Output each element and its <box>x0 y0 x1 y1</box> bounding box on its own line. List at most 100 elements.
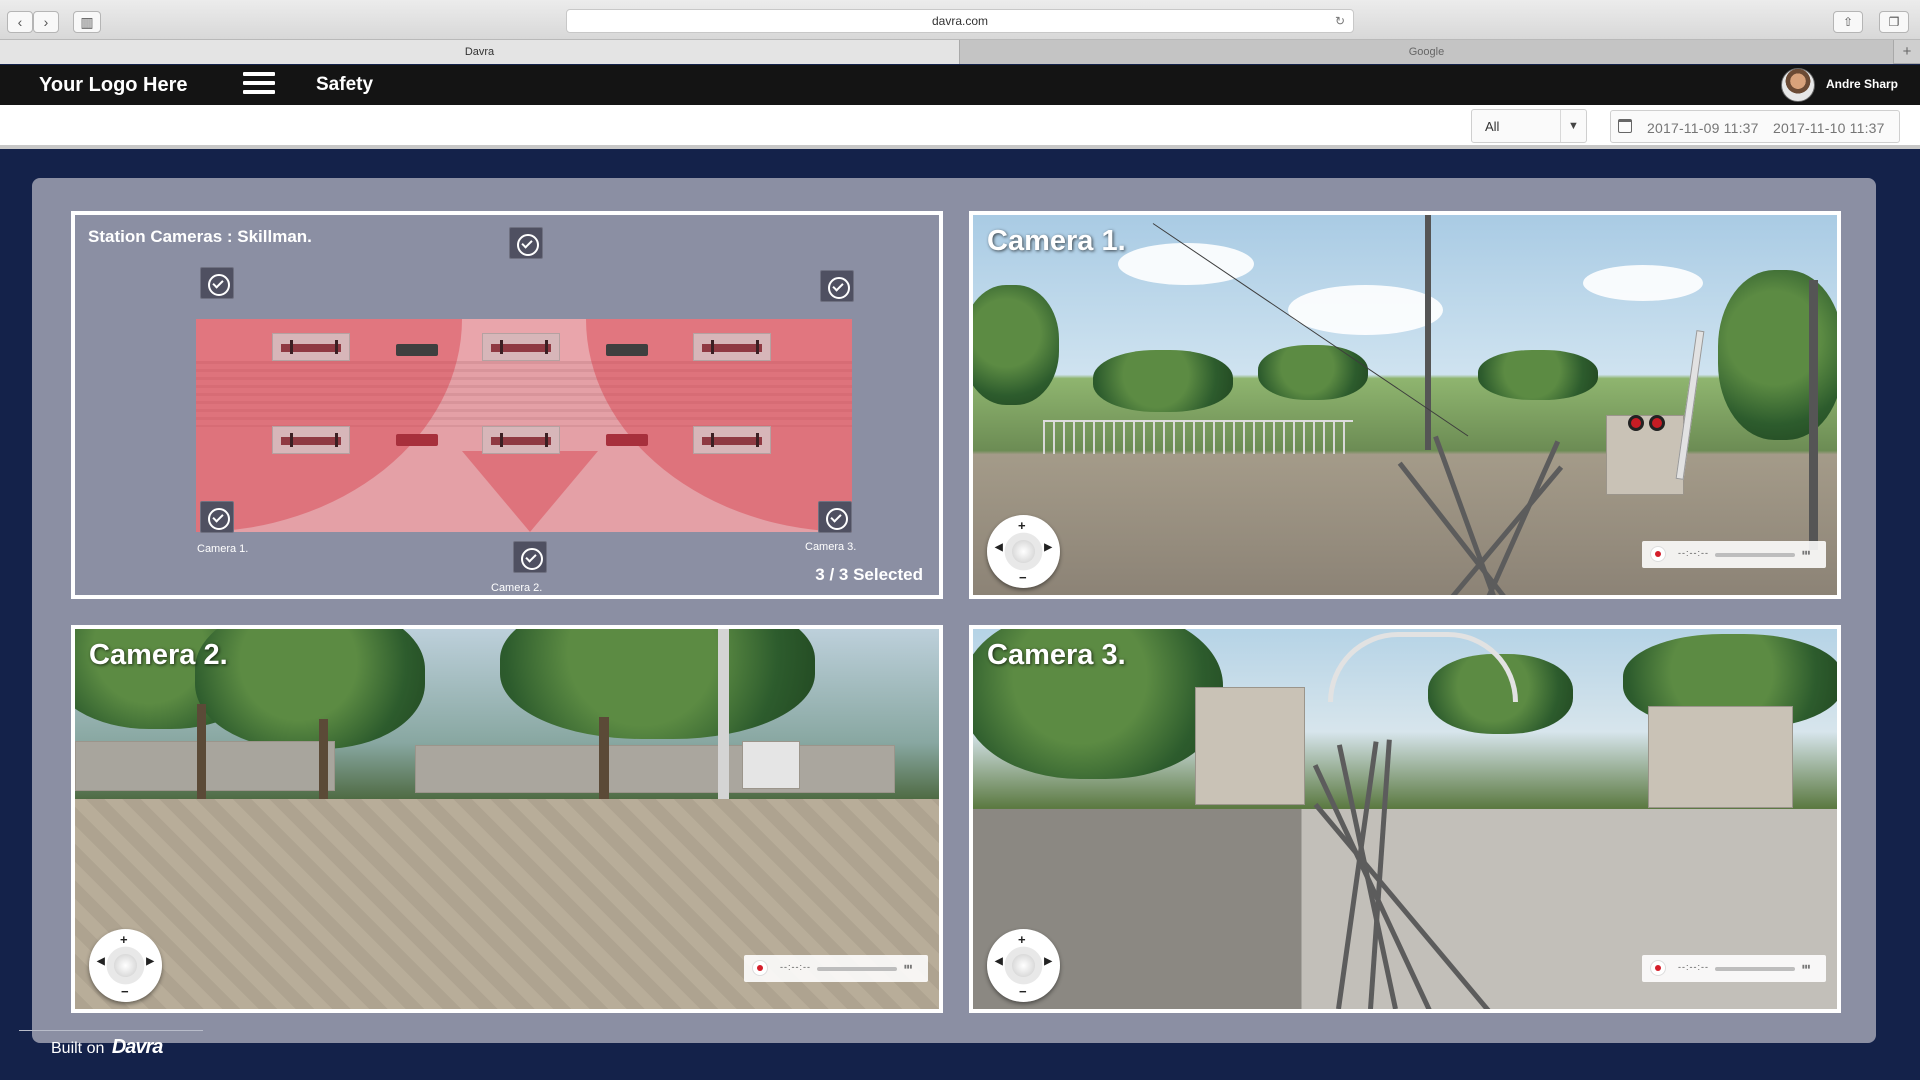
platform-bin <box>606 434 648 446</box>
pan-right-icon[interactable]: ▶ <box>1044 956 1052 967</box>
hamburger-icon[interactable] <box>243 72 275 98</box>
equipment-shelter <box>1648 706 1793 808</box>
ticket-kiosk <box>742 741 800 789</box>
camera-2-recorder[interactable]: --:--:-- ▮▮▮ <box>744 955 928 982</box>
url-text: davra.com <box>931 14 989 28</box>
record-icon[interactable] <box>1650 960 1666 976</box>
pan-right-icon[interactable]: ▶ <box>1044 542 1052 553</box>
camera-3-label[interactable]: Camera 3. <box>805 541 856 553</box>
footer-divider <box>19 1030 203 1031</box>
camera-1-checkbox-icon[interactable] <box>200 501 234 533</box>
camera-3-title: Camera 3. <box>987 639 1126 671</box>
equipment-cabinet <box>1606 415 1684 495</box>
camera-1-video <box>973 215 1837 595</box>
reload-icon[interactable]: ↻ <box>1335 10 1345 32</box>
camera-2-label[interactable]: Camera 2. <box>491 582 542 594</box>
user-avatar-icon[interactable] <box>1781 68 1815 102</box>
joystick-icon[interactable] <box>1012 954 1035 977</box>
bench <box>272 333 350 361</box>
record-icon[interactable] <box>752 960 768 976</box>
tree <box>500 629 815 739</box>
platform-bin <box>396 434 438 446</box>
zoom-out-icon[interactable]: − <box>121 984 129 999</box>
camera-3-recorder[interactable]: --:--:-- ▮▮▮ <box>1642 955 1826 982</box>
calendar-icon[interactable] <box>1618 119 1632 133</box>
tab-google[interactable]: Google <box>960 40 1894 64</box>
device-filter-select[interactable]: All ▼ <box>1471 109 1587 143</box>
tree <box>1478 350 1598 400</box>
overhead-pole <box>1425 215 1431 450</box>
camera-checkbox-icon[interactable] <box>509 227 543 259</box>
cloud <box>1583 265 1703 301</box>
crossing-gate <box>1675 330 1705 480</box>
camera-2-checkbox-icon[interactable] <box>513 541 547 573</box>
camera-checkbox-icon[interactable] <box>200 267 234 299</box>
pan-left-icon[interactable]: ◀ <box>995 956 1003 967</box>
date-to: 2017-11-10 11:37 <box>1773 120 1885 136</box>
tree <box>1718 270 1837 440</box>
date-from: 2017-11-09 11:37 <box>1647 120 1759 136</box>
station-layout <box>196 319 852 532</box>
camera-2-feed[interactable]: Camera 2. + ◀ ▶ − --:--:-- ▮▮▮ <box>71 625 943 1013</box>
bench <box>272 426 350 454</box>
pan-left-icon[interactable]: ◀ <box>97 956 105 967</box>
recording-progress-bar[interactable] <box>817 967 897 971</box>
zoom-out-icon[interactable]: − <box>1019 570 1027 585</box>
rail <box>1443 465 1564 595</box>
joystick-icon[interactable] <box>1012 540 1035 563</box>
footer-brand: Built on Davra <box>51 1036 164 1059</box>
cloud <box>1288 285 1443 335</box>
station-camera-map: Station Cameras : Skillman. Camera 1. Ca… <box>71 211 943 599</box>
station-canopy <box>1328 632 1518 702</box>
page-title: Safety <box>316 74 374 95</box>
back-icon[interactable]: ‹ <box>7 11 33 33</box>
recording-progress-bar[interactable] <box>1715 967 1795 971</box>
tree <box>973 285 1059 405</box>
built-on-label: Built on <box>51 1040 105 1057</box>
joystick-icon[interactable] <box>114 954 137 977</box>
new-tab-icon[interactable]: + <box>1894 40 1920 64</box>
recording-time: --:--:-- <box>1678 548 1709 558</box>
station-title: Station Cameras : Skillman. <box>88 227 312 246</box>
davra-logo[interactable]: Davra <box>112 1036 164 1058</box>
date-range-picker[interactable]: 2017-11-09 11:37 2017-11-10 11:37 <box>1610 110 1900 143</box>
app-header: Your Logo Here Safety Andre Sharp <box>0 65 1920 105</box>
record-icon[interactable] <box>1650 546 1666 562</box>
recording-time: --:--:-- <box>1678 962 1709 972</box>
camera-1-ptz-control[interactable]: + ◀ ▶ − <box>987 515 1060 588</box>
camera-1-recorder[interactable]: --:--:-- ▮▮▮ <box>1642 541 1826 568</box>
zoom-in-icon[interactable]: + <box>120 932 128 947</box>
zoom-in-icon[interactable]: + <box>1018 518 1026 533</box>
pan-right-icon[interactable]: ▶ <box>146 956 154 967</box>
tree <box>1093 350 1233 412</box>
window-icon[interactable]: ❐ <box>1879 11 1909 33</box>
recording-progress-bar[interactable] <box>1715 553 1795 557</box>
camera-3-ptz-control[interactable]: + ◀ ▶ − <box>987 929 1060 1002</box>
forward-icon[interactable]: › <box>33 11 59 33</box>
sidebar-icon[interactable]: ▥ <box>73 11 101 33</box>
recording-time: --:--:-- <box>780 962 811 972</box>
tab-strip: Davra Google + <box>0 40 1920 64</box>
url-bar[interactable]: davra.com ↻ <box>566 9 1354 33</box>
zoom-in-icon[interactable]: + <box>1018 932 1026 947</box>
crossing-signal <box>1649 415 1665 431</box>
camera-1-label[interactable]: Camera 1. <box>197 543 248 555</box>
bench <box>482 333 560 361</box>
camera-2-video <box>75 629 939 1009</box>
chevron-down-icon[interactable]: ▼ <box>1560 110 1586 142</box>
station-shelter <box>415 745 895 793</box>
zoom-out-icon[interactable]: − <box>1019 984 1027 999</box>
camera-3-feed[interactable]: Camera 3. + ◀ ▶ − --:--:-- ▮▮▮ <box>969 625 1841 1013</box>
camera-checkbox-icon[interactable] <box>820 270 854 302</box>
bench <box>693 426 771 454</box>
camera-2-ptz-control[interactable]: + ◀ ▶ − <box>89 929 162 1002</box>
pan-left-icon[interactable]: ◀ <box>995 542 1003 553</box>
camera-1-feed[interactable]: Camera 1. + ◀ ▶ − --:--:-- ▮▮▮ <box>969 211 1841 599</box>
bench <box>482 426 560 454</box>
filter-bar: All ▼ 2017-11-09 11:37 2017-11-10 11:37 <box>0 105 1920 149</box>
tab-davra[interactable]: Davra <box>0 40 960 64</box>
share-icon[interactable]: ⇧ <box>1833 11 1863 33</box>
user-name[interactable]: Andre Sharp <box>1826 77 1898 91</box>
camera-3-checkbox-icon[interactable] <box>818 501 852 533</box>
logo[interactable]: Your Logo Here <box>39 74 188 97</box>
